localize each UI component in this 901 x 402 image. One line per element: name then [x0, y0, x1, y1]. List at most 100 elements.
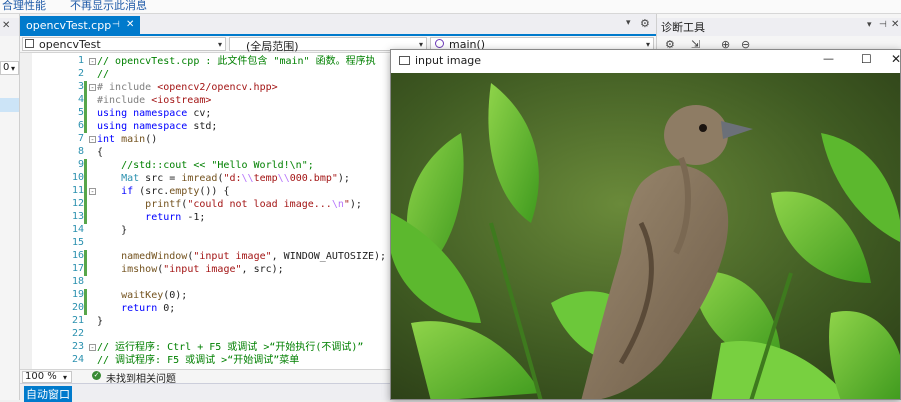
change-indicator — [84, 120, 87, 133]
fold-toggle-icon[interactable]: - — [89, 188, 96, 196]
breakpoint-margin[interactable] — [20, 53, 32, 369]
image-window-title: input image — [415, 54, 482, 67]
change-indicator — [84, 107, 87, 120]
code-line[interactable]: #include <iostream> — [97, 94, 211, 107]
line-number: 18 — [71, 276, 84, 287]
code-line[interactable]: // opencvTest.cpp : 此文件包含 "main" 函数。程序执 — [97, 55, 376, 68]
line-number: 3 — [77, 81, 84, 92]
code-line[interactable]: printf("could not load image...\n"); — [97, 198, 362, 211]
change-indicator — [84, 94, 87, 107]
line-number: 21 — [71, 315, 84, 326]
code-line[interactable]: # include <opencv2/opencv.hpp> — [97, 81, 278, 94]
change-indicator — [84, 289, 87, 302]
line-number: 20 — [71, 302, 84, 313]
tab-label: opencvTest.cpp — [26, 19, 112, 32]
code-line[interactable]: imshow("input image", src); — [97, 263, 284, 276]
zoom-level: 100 % — [25, 371, 57, 382]
code-line[interactable]: int main() — [97, 133, 157, 146]
project-dropdown[interactable]: opencvTest ▾ — [22, 37, 226, 51]
line-number: 14 — [71, 224, 84, 235]
fold-toggle-icon[interactable]: - — [89, 136, 96, 144]
code-line[interactable]: waitKey(0); — [97, 289, 187, 302]
left-selected-item[interactable] — [0, 98, 19, 112]
line-number: 13 — [71, 211, 84, 222]
solution-explorer-strip: ✕ 0 ▾ — [0, 14, 20, 400]
image-window-titlebar[interactable]: input image — ☐ ✕ — [391, 50, 900, 73]
code-line[interactable]: using namespace std; — [97, 120, 217, 133]
close-icon[interactable]: ✕ — [891, 19, 899, 30]
change-indicator — [84, 302, 87, 315]
code-line[interactable]: } — [97, 224, 127, 237]
line-number: 6 — [77, 120, 84, 131]
pin-icon[interactable]: ⊣ — [112, 20, 120, 30]
line-number: 7 — [77, 133, 84, 144]
input-image-window[interactable]: input image — ☐ ✕ — [390, 49, 901, 400]
project-name: opencvTest — [39, 38, 101, 51]
close-icon[interactable]: ✕ — [891, 52, 900, 66]
notification-bar: 合理性能 不再显示此消息 — [0, 0, 901, 14]
left-panel-header: ✕ — [0, 18, 19, 36]
line-number: 23 — [71, 341, 84, 352]
code-line[interactable]: Mat src = imread("d:\\temp\\000.bmp"); — [97, 172, 350, 185]
code-line[interactable]: // 运行程序: Ctrl + F5 或调试 >“开始执行(不调试)” — [97, 341, 363, 354]
code-line[interactable]: using namespace cv; — [97, 107, 211, 120]
zoom-dropdown[interactable]: 100 % ▾ — [22, 371, 72, 383]
code-line[interactable]: return 0; — [97, 302, 175, 315]
left-close-icon[interactable]: ✕ — [2, 20, 10, 31]
check-circle-icon: ✓ — [92, 371, 101, 380]
fold-toggle-icon[interactable]: - — [89, 58, 96, 66]
line-number: 2 — [77, 68, 84, 79]
line-number: 12 — [71, 198, 84, 209]
pin-icon[interactable]: ⊣ — [879, 20, 887, 30]
line-number: 9 — [77, 159, 84, 170]
line-number: 24 — [71, 354, 84, 365]
code-line[interactable]: { — [97, 146, 103, 159]
maximize-icon[interactable]: ☐ — [861, 52, 872, 66]
code-line[interactable]: //std::cout << "Hello World!\n"; — [97, 159, 314, 172]
fold-toggle-icon[interactable]: - — [89, 84, 96, 92]
change-indicator — [84, 172, 87, 185]
change-indicator — [84, 81, 87, 94]
code-line[interactable]: // — [97, 68, 109, 81]
change-indicator — [84, 185, 87, 198]
editor-status-bar: 100 % ▾ ✓ 未找到相关问题 — [20, 369, 390, 385]
change-indicator — [84, 159, 87, 172]
project-icon — [25, 39, 34, 48]
code-editor[interactable]: 1-// opencvTest.cpp : 此文件包含 "main" 函数。程序… — [20, 53, 390, 369]
tab-opencvtest-cpp[interactable]: opencvTest.cpp ⊣ ✕ — [20, 16, 140, 36]
line-number: 22 — [71, 328, 84, 339]
diag-dropdown-icon[interactable]: ▾ — [867, 20, 872, 30]
line-number: 11 — [71, 185, 84, 196]
minimize-icon[interactable]: — — [823, 52, 834, 65]
code-line[interactable]: namedWindow("input image", WINDOW_AUTOSI… — [97, 250, 386, 263]
line-number: 4 — [77, 94, 84, 105]
left-combo-text: 0 — [3, 62, 10, 73]
bird-eye — [699, 124, 707, 132]
diagnostic-tools-header: 诊断工具 ▾ ⊣ ✕ — [657, 18, 901, 36]
left-combo[interactable]: 0 ▾ — [0, 61, 19, 75]
change-indicator — [84, 263, 87, 276]
bird-head — [664, 105, 728, 165]
settings-gear-icon[interactable]: ⚙ — [640, 17, 650, 30]
chevron-down-icon: ▾ — [63, 373, 68, 382]
code-line[interactable]: } — [97, 315, 103, 328]
code-line[interactable]: if (src.empty()) { — [97, 185, 229, 198]
displayed-image — [391, 73, 900, 399]
change-indicator — [84, 211, 87, 224]
line-number: 15 — [71, 237, 84, 248]
notification-link-dismiss[interactable]: 不再显示此消息 — [70, 0, 147, 13]
line-number: 17 — [71, 263, 84, 274]
line-number: 16 — [71, 250, 84, 261]
document-tab-row: opencvTest.cpp ⊣ ✕ ▾ ⚙ — [20, 14, 656, 36]
code-line[interactable]: // 调试程序: F5 或调试 >“开始调试”菜单 — [97, 354, 299, 367]
code-line[interactable]: return -1; — [97, 211, 205, 224]
chevron-down-icon: ▾ — [217, 40, 222, 49]
window-app-icon — [399, 56, 410, 65]
close-icon[interactable]: ✕ — [126, 19, 134, 30]
tab-dropdown-icon[interactable]: ▾ — [626, 18, 631, 28]
notification-link-performance[interactable]: 合理性能 — [2, 0, 46, 13]
chevron-down-icon: ▾ — [418, 40, 423, 49]
change-indicator — [84, 250, 87, 263]
fold-toggle-icon[interactable]: - — [89, 344, 96, 352]
scope-name: (全局范围) — [246, 40, 299, 53]
